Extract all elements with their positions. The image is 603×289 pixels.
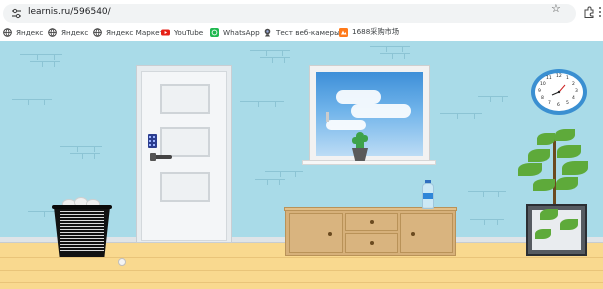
door-handle[interactable] [150,153,172,161]
plant-leaf [562,161,588,175]
plant-leaf [556,177,578,190]
cabinet-left-door[interactable] [289,213,343,253]
trash-bin[interactable] [54,207,110,257]
globe-icon [48,27,57,37]
cabinet-top-drawer[interactable] [345,213,398,231]
bookmark-label: WhatsApp [223,27,260,37]
wall-brick [255,179,285,185]
bookmark-yandex-1[interactable]: Яндекс [3,26,43,38]
wall-brick [250,50,290,56]
window-sill [302,160,436,165]
plant-leaf [557,145,581,158]
cabinet-right-door[interactable] [400,213,453,253]
window-latch[interactable] [326,112,329,122]
cloud [326,120,366,130]
globe-icon [93,27,102,37]
plant-stem [553,136,556,211]
bottle-label [423,193,433,199]
plant-leaf [518,163,542,176]
cabinet-knob [328,232,332,236]
whatsapp-icon [210,27,219,37]
bookmark-label: Тест веб-камеры [276,27,340,37]
wall-brick [70,153,100,159]
exit-door[interactable] [141,71,227,241]
bookmark-webcam-test[interactable]: Тест веб-камеры [263,26,340,38]
bookmarks-bar: Яндекс Яндекс Яндекс Маркет YouTube What… [0,24,603,40]
bookmark-1688[interactable]: 1688采购市场 [339,26,399,38]
bookmark-label: Яндекс [16,27,44,37]
browser-address-bar: learnis.ru/596540/ ☆ [0,0,603,24]
plant-leaf [535,229,551,239]
trash-bin-mesh [60,211,104,253]
shop-icon [339,27,348,37]
plant-leaf [533,179,555,191]
wall-clock[interactable]: 12 1 2 3 4 5 6 7 8 9 10 11 [531,69,587,115]
wall-brick [12,99,52,105]
window[interactable] [309,65,430,163]
webcam-icon [264,28,271,36]
floor-plank-line [0,270,603,271]
game-room-scene: 12 1 2 3 4 5 6 7 8 9 10 11 [0,41,603,289]
bookmark-label: Яндекс [61,27,89,37]
plant-leaf [560,219,578,230]
bookmark-whatsapp[interactable]: WhatsApp [210,26,260,38]
cabinet-knob [370,220,374,224]
bookmark-label: YouTube [174,27,204,37]
cabinet [284,207,457,256]
door-panel [160,172,210,202]
floor-ball[interactable] [118,258,126,266]
plant-leaf [537,133,555,145]
url-field[interactable]: learnis.ru/596540/ [3,4,576,23]
bookmark-star-icon[interactable]: ☆ [551,3,561,15]
wall-brick [470,219,504,225]
site-settings-icon[interactable] [11,8,22,19]
wall-brick [240,101,284,107]
wall-brick [370,46,410,52]
wall-brick [20,54,62,60]
wall-brick [440,113,482,119]
url-text[interactable]: learnis.ru/596540/ [28,7,111,17]
wall-brick [260,57,290,63]
cloud [351,104,411,118]
clock-hands [551,84,566,96]
floor-plank-line [0,257,603,258]
plant-leaf [528,149,550,162]
bookmark-yandex-market[interactable]: Яндекс Маркет [93,26,164,38]
bookmark-label: Яндекс Маркет [106,27,164,37]
extensions-icon[interactable] [583,6,595,18]
plant-leaf [540,209,558,220]
door-panel [160,84,210,114]
bookmark-youtube[interactable]: YouTube [161,26,203,38]
cloud [336,90,381,104]
wall-brick [265,171,303,177]
wall-brick [478,96,508,102]
wall-brick [380,53,410,59]
wall-brick [468,191,506,197]
cabinet-bottom-drawer[interactable] [345,233,398,253]
cactus-plant[interactable] [352,132,368,149]
bookmark-label: 1688采购市场 [352,27,400,36]
trash-bin-rim [52,205,112,209]
browser-menu-icon[interactable] [599,7,601,17]
door-panel [160,127,210,157]
youtube-icon [161,29,170,35]
plant-leaf [555,129,575,141]
floor-plank-line [0,282,603,283]
water-bottle[interactable] [422,183,434,209]
door-keypad[interactable] [148,134,157,148]
wall-brick [30,61,60,67]
bookmark-yandex-2[interactable]: Яндекс [48,26,88,38]
cabinet-knob [370,241,374,245]
globe-icon [3,27,12,37]
wall-brick [60,146,102,152]
cabinet-knob [411,232,415,236]
window-glass-sky [316,72,423,156]
